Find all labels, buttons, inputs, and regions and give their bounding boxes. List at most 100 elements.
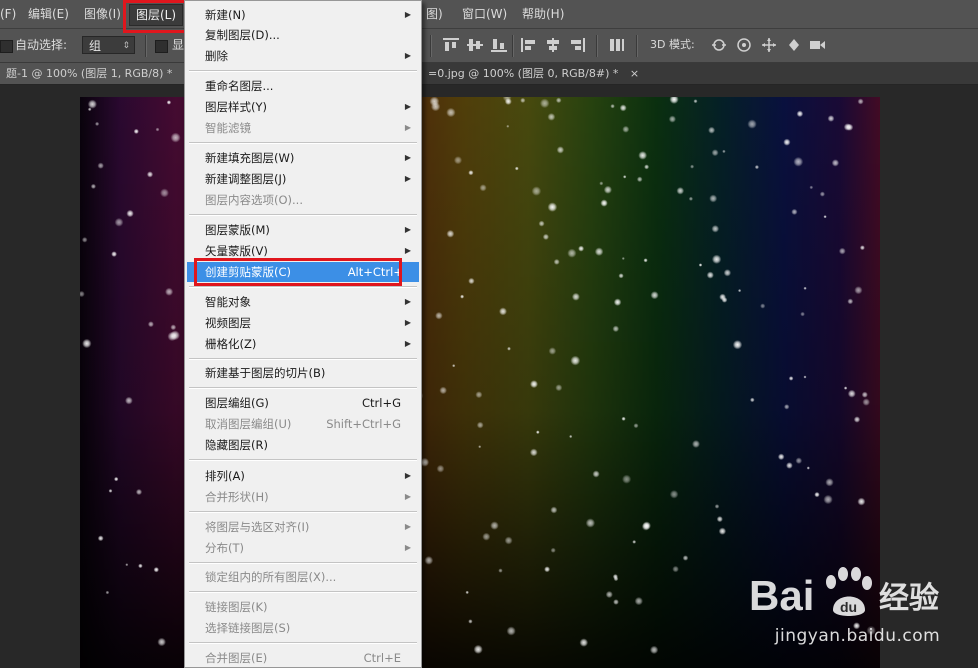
menu-item-rasterize[interactable]: 栅格化(Z) ▶ xyxy=(187,334,419,354)
sparkle-dot xyxy=(490,521,499,530)
sparkle-dot xyxy=(777,453,785,461)
menu-item-arrange[interactable]: 排列(A) ▶ xyxy=(187,466,419,486)
menu-type[interactable]: 图) xyxy=(426,0,443,28)
menu-item-label: 重命名图层... xyxy=(205,79,274,93)
sparkle-dot xyxy=(452,364,456,368)
sparkle-dot xyxy=(468,277,475,285)
sparkle-dot xyxy=(97,162,104,169)
auto-select-label: 自动选择: xyxy=(15,38,68,52)
menu-item-new-fill-layer[interactable]: 新建填充图层(W) ▶ xyxy=(187,148,419,168)
submenu-arrow-icon: ▶ xyxy=(404,102,411,111)
sparkle-dot xyxy=(166,100,172,105)
menu-item-lock-all-layers-in-group[interactable]: 锁定组内的所有图层(X)... xyxy=(187,567,419,587)
menu-help[interactable]: 帮助(H) xyxy=(522,0,564,28)
align-left-icon[interactable] xyxy=(520,37,538,53)
auto-select-checkbox[interactable] xyxy=(0,40,13,53)
sparkle-dot xyxy=(578,245,585,252)
menu-item-layer-style[interactable]: 图层样式(Y) ▶ xyxy=(187,97,419,117)
sparkle-dot xyxy=(498,568,503,573)
sparkle-dot xyxy=(170,324,177,331)
menu-item-distribute[interactable]: 分布(T) ▶ xyxy=(187,538,419,558)
sparkle-dot xyxy=(479,184,487,192)
3d-pan-icon[interactable] xyxy=(760,37,778,53)
sparkle-dot xyxy=(605,590,613,599)
sparkle-dot xyxy=(167,331,177,342)
3d-scale-icon[interactable] xyxy=(808,37,826,53)
menu-item-label: 分布(T) xyxy=(205,541,244,555)
menu-item-layer-mask[interactable]: 图层蒙版(M) ▶ xyxy=(187,220,419,240)
tab-document-1[interactable]: 题-1 @ 100% (图层 1, RGB/8) * × xyxy=(0,63,193,84)
sparkle-dot xyxy=(668,115,677,123)
menu-item-label: 合并图层(E) xyxy=(205,651,268,665)
sparkle-dot xyxy=(82,338,92,349)
menu-item-delete[interactable]: 删除 ▶ xyxy=(187,46,419,66)
sparkle-dot xyxy=(711,149,719,157)
sparkle-dot xyxy=(632,540,637,544)
sparkle-dot xyxy=(650,291,659,300)
align-right-icon[interactable] xyxy=(568,37,586,53)
3d-slide-icon[interactable] xyxy=(785,37,803,53)
submenu-arrow-icon: ▶ xyxy=(404,492,411,501)
menu-item-new-layer-based-slice[interactable]: 新建基于图层的切片(B) xyxy=(187,363,419,383)
menu-item-layer-content-options[interactable]: 图层内容选项(O)... xyxy=(187,190,419,210)
3d-roll-icon[interactable] xyxy=(735,37,753,53)
menu-file[interactable]: (F) xyxy=(0,0,16,28)
tab-document-1-title: 题-1 @ 100% (图层 1, RGB/8) * xyxy=(6,67,173,80)
sparkle-dot xyxy=(612,325,620,333)
sparkle-dot xyxy=(688,196,694,201)
menu-item-label: 图层蒙版(M) xyxy=(205,223,270,237)
auto-align-icon[interactable] xyxy=(608,37,626,53)
menu-edit[interactable]: 编辑(E) xyxy=(28,0,69,28)
menu-item-combine-shapes[interactable]: 合并形状(H) ▶ xyxy=(187,487,419,507)
align-vcenter-icon[interactable] xyxy=(466,37,484,53)
menu-item-rename-layer[interactable]: 重命名图层... xyxy=(187,76,419,96)
align-bottom-icon[interactable] xyxy=(490,37,508,53)
sparkle-dot xyxy=(603,185,613,194)
menu-image[interactable]: 图像(I) xyxy=(84,0,121,28)
menu-item-link-layers[interactable]: 链接图层(K) xyxy=(187,597,419,617)
menu-item-label: 新建填充图层(W) xyxy=(205,151,295,165)
sparkle-dot xyxy=(750,397,755,403)
3d-rotate-icon[interactable] xyxy=(710,37,728,53)
menu-item-ungroup-layers[interactable]: 取消图层编组(U) Shift+Ctrl+G xyxy=(187,414,419,434)
menu-item-select-linked-layers[interactable]: 选择链接图层(S) xyxy=(187,618,419,638)
sparkle-dot xyxy=(468,170,474,176)
close-icon[interactable]: × xyxy=(630,67,639,80)
menu-window[interactable]: 窗口(W) xyxy=(462,0,507,28)
menu-item-group-layers[interactable]: 图层编组(G) Ctrl+G xyxy=(187,393,419,413)
sparkle-dot xyxy=(468,619,473,624)
sparkle-dot xyxy=(436,464,445,473)
sparkle-dot xyxy=(506,124,510,128)
align-hcenter-icon[interactable] xyxy=(544,37,562,53)
sparkle-dot xyxy=(507,346,511,351)
menu-item-align-layers-to-selection[interactable]: 将图层与选区对齐(I) ▶ xyxy=(187,517,419,537)
menu-item-smart-object[interactable]: 智能对象 ▶ xyxy=(187,292,419,312)
menu-item-label: 复制图层(D)... xyxy=(205,28,280,42)
sparkle-dot xyxy=(97,535,104,542)
show-transform-checkbox[interactable] xyxy=(155,40,168,53)
submenu-arrow-icon: ▶ xyxy=(404,339,411,348)
tab-document-2[interactable]: =0.jpg @ 100% (图层 0, RGB/8#) * × xyxy=(422,63,639,84)
sparkle-dot xyxy=(157,637,166,647)
tab-document-2-title: =0.jpg @ 100% (图层 0, RGB/8#) * xyxy=(428,67,619,80)
menu-item-merge-layers[interactable]: 合并图层(E) Ctrl+E xyxy=(187,648,419,668)
menu-separator xyxy=(189,142,417,144)
menu-item-hide-layer[interactable]: 隐藏图层(R) xyxy=(187,435,419,455)
auto-select-dropdown[interactable]: 组 ⇕ xyxy=(82,36,135,54)
menu-item-video-layer[interactable]: 视频图层 ▶ xyxy=(187,313,419,333)
menu-item-new-adjustment-layer[interactable]: 新建调整图层(J) ▶ xyxy=(187,169,419,189)
menu-item-new[interactable]: 新建(N) ▶ xyxy=(187,5,419,25)
sparkle-dot xyxy=(599,181,604,186)
sparkle-dot xyxy=(634,596,643,606)
sparkle-dot xyxy=(825,478,834,487)
menu-item-duplicate-layer[interactable]: 复制图层(D)... xyxy=(187,25,419,45)
menu-item-smart-filter[interactable]: 智能滤镜 ▶ xyxy=(187,118,419,138)
sparkle-dot xyxy=(135,488,143,496)
submenu-arrow-icon: ▶ xyxy=(404,522,411,531)
sparkle-dot xyxy=(823,215,827,219)
toolbar-separator xyxy=(512,35,514,57)
sparkle-dot xyxy=(542,233,549,240)
sparkle-dot xyxy=(622,474,632,484)
submenu-arrow-icon: ▶ xyxy=(404,471,411,480)
align-top-icon[interactable] xyxy=(442,37,460,53)
